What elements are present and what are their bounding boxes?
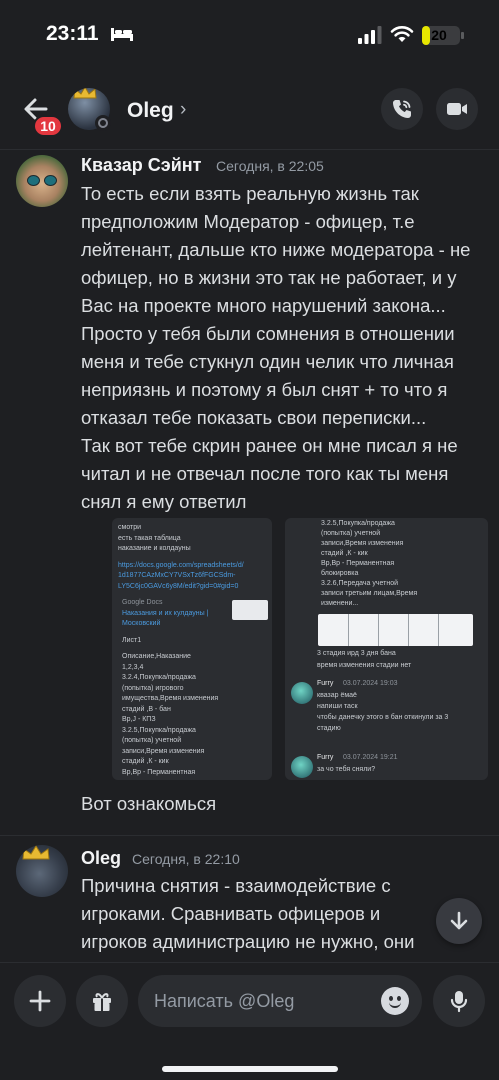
message-text: Просто у тебя были сомнения в отношении … [81, 323, 455, 428]
crown-icon [73, 88, 97, 99]
image-attachment[interactable]: смотри есть такая таблица наказание и колд… [112, 518, 272, 780]
attachment-text: блокировка [321, 570, 359, 577]
message-text: То есть если взять реальную жизнь так пр… [81, 183, 471, 316]
attachment-text: Furry [317, 754, 334, 761]
sunglasses-lens [27, 175, 40, 186]
message-timestamp: Сегодня, в 22:10 [132, 851, 240, 867]
attachment-text: 3.2.5,Покупка/продажа [321, 520, 395, 527]
attachment-text: записи,Время изменения [321, 540, 404, 547]
attachment-text: за чо тебя сняли? [317, 766, 376, 773]
voice-call-button[interactable] [381, 88, 423, 130]
battery-indicator: 20 [422, 26, 464, 45]
attachment-text: 3 стадия ирд 3 дня бана [317, 650, 396, 657]
cellular-signal-icon [358, 26, 382, 44]
attach-button[interactable] [14, 975, 66, 1027]
attachment-text: напиши таск [317, 703, 358, 710]
attachment-text: квазар ёмаё [317, 692, 357, 699]
message-text: Причина снятия - взаимодействие с игрока… [81, 875, 415, 962]
microphone-icon [450, 991, 468, 1013]
attachment-text: стадий ,В - бан [122, 705, 171, 713]
attachment-text: Вр,Вр - Перманентная [321, 560, 395, 567]
attachment-text: Московский [122, 620, 161, 627]
avatar [291, 756, 313, 778]
gift-icon [93, 993, 111, 1011]
attachment-text: Вр,Вр - Перманентная [122, 768, 196, 776]
attachment-text: время изменения стадии нет [317, 662, 412, 669]
attachment-text: есть такая таблица [118, 534, 181, 542]
attachment-text: 1,2,3,4 [122, 663, 144, 671]
spreadsheet-preview [318, 614, 473, 646]
message-text: Вот ознакомься [81, 793, 217, 814]
attachment-text: смотри [118, 524, 142, 531]
attachment-text: Google Docs [122, 599, 163, 606]
attachment-text: 03.07.2024 19:21 [343, 754, 398, 761]
message-composer [0, 962, 499, 1080]
status-time: 23:11 [46, 22, 99, 45]
attachment-text: стадию [317, 725, 341, 732]
dm-header: 10 Oleg › [0, 70, 499, 150]
message-author[interactable]: Квазар Сэйнт [81, 155, 201, 176]
plus-icon [29, 990, 51, 1012]
gift-button[interactable] [76, 975, 128, 1027]
message-author[interactable]: Oleg [81, 848, 121, 869]
attachment-text: Наказания и их кулдауны | [122, 609, 209, 617]
attachment-text: наказание и колдауны [118, 545, 191, 552]
attachment-text: 03.07.2024 19:03 [343, 680, 398, 687]
jump-to-present-button[interactable] [436, 898, 482, 944]
emoji-icon[interactable] [381, 987, 409, 1015]
attachment-text: 3.2.4,Покупка/продажа [122, 674, 196, 681]
attachment-text: записи третьим лицам,Время [321, 590, 418, 597]
phone-call-icon [393, 100, 411, 118]
avatar[interactable] [16, 845, 68, 897]
attachment-text: https://docs.google.com/spreadsheets/d/ [118, 561, 244, 569]
arrow-down-icon [450, 911, 468, 930]
attachment-text: 3.2.6,Передача учетной [321, 580, 399, 587]
unread-count-badge: 10 [33, 115, 63, 137]
video-camera-icon [447, 103, 467, 115]
message-text: Так вот тебе скрин ранее он мне писал я … [81, 435, 458, 512]
attachment-text: (попытка) игрового [122, 684, 184, 692]
image-attachment[interactable]: 3.2.5,Покупка/продажа (попытка) учетной за… [285, 518, 488, 780]
voice-message-button[interactable] [433, 975, 485, 1027]
attachment-text: записи,Время изменения [122, 747, 205, 755]
attachment-text: стадий ,К - кик [122, 758, 169, 765]
status-bar: 23:11 20 [0, 0, 499, 70]
crown-icon [22, 845, 50, 860]
message-input[interactable] [154, 975, 374, 1027]
battery-percent: 20 [431, 27, 447, 43]
attachment-text: Лист1 [122, 636, 142, 644]
attachment-text: LY5C6jc0GAVc6y8M/edit?gid=0#gid=0 [118, 582, 239, 590]
link-preview-thumbnail [232, 600, 268, 620]
battery-nub [461, 32, 464, 39]
avatar [291, 682, 313, 704]
attachment-text: Furry [317, 680, 334, 687]
dm-recipient-name[interactable]: Oleg [127, 99, 174, 123]
video-call-button[interactable] [436, 88, 478, 130]
attachment-text: (попытка) учетной [122, 737, 182, 744]
attachment-text: (попытка) учетной [321, 530, 381, 537]
sleep-focus-icon [111, 28, 133, 41]
attachment-text: 3.2.5,Покупка/продажа [122, 726, 196, 734]
wifi-icon [390, 26, 414, 42]
chevron-right-icon[interactable]: › [180, 99, 186, 121]
attachment-text: изменени... [321, 600, 359, 607]
attachment-text: стадий ,К - кик [321, 550, 368, 557]
attachment-text: имущества,Время изменения [122, 695, 219, 702]
attachment-text: 1d1877CAzMxCY7VSxTz6fFGCSdm- [118, 572, 236, 579]
avatar[interactable] [16, 155, 68, 207]
attachment-text: чтобы данечку этого в бан откинули за 3 [317, 714, 449, 721]
message-timestamp: Сегодня, в 22:05 [216, 158, 324, 174]
message-group-divider [0, 835, 499, 836]
attachment-text: Описание,Наказание [122, 653, 191, 660]
home-indicator [162, 1066, 338, 1072]
message-input-wrapper[interactable] [138, 975, 422, 1027]
offline-status-icon [95, 115, 111, 131]
sunglasses-lens [44, 175, 57, 186]
message-list[interactable]: Квазар Сэйнт Сегодня, в 22:05 То есть ес… [0, 150, 499, 962]
attachment-text: Вр,J - КПЗ [122, 716, 156, 723]
